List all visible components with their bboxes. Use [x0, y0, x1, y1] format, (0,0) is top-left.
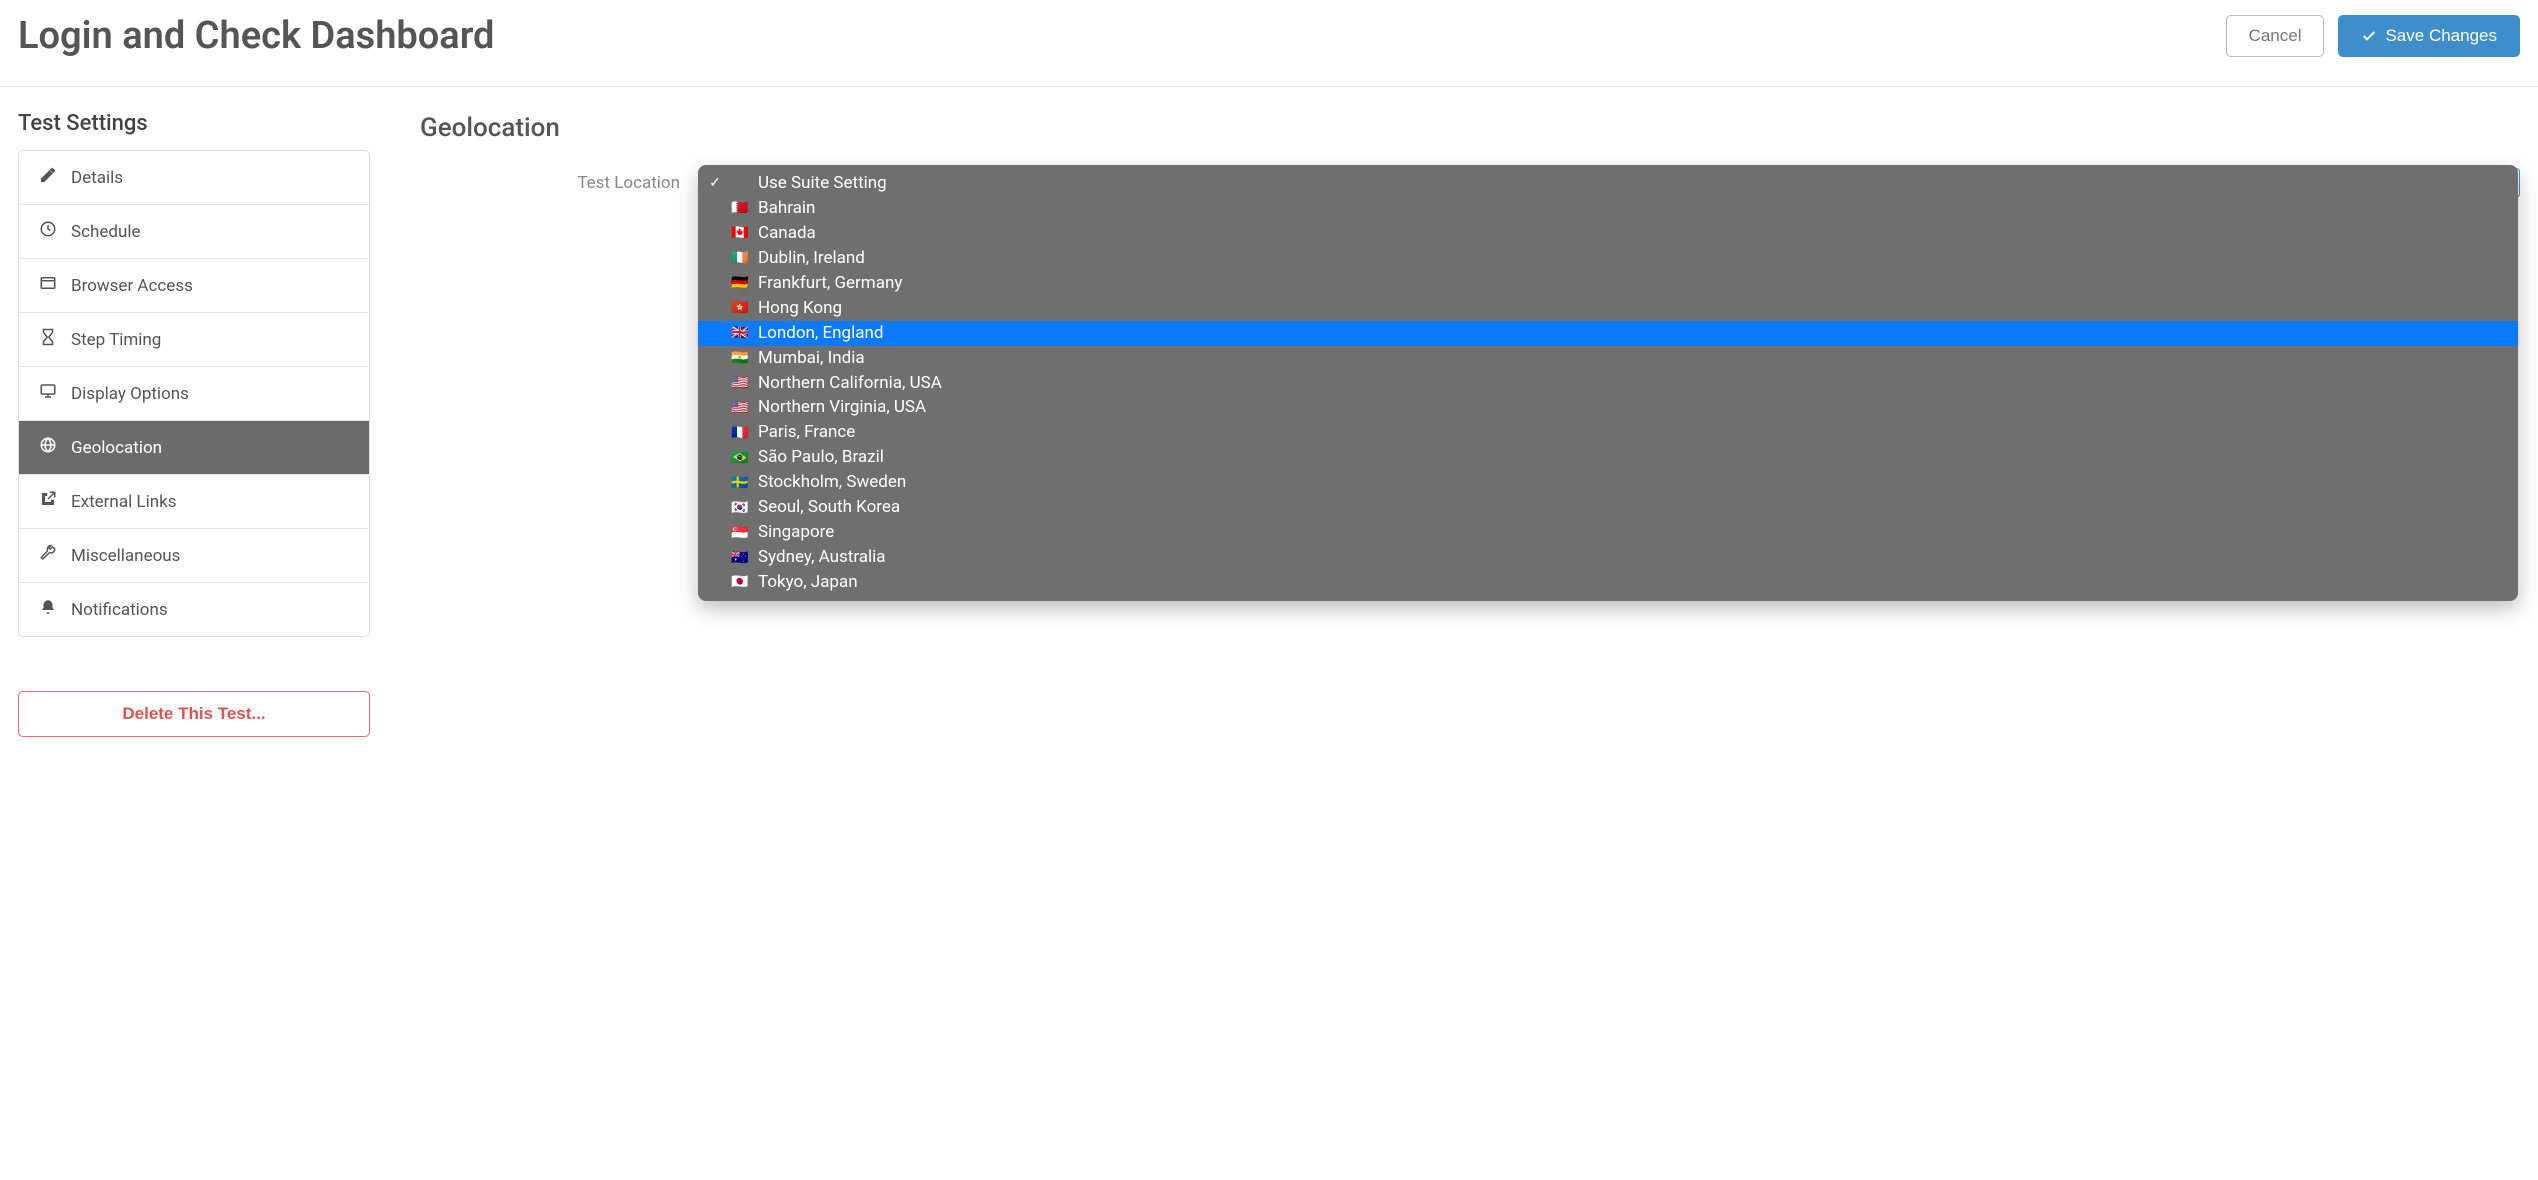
header-actions: Cancel Save Changes: [2226, 15, 2520, 57]
sidebar: Test Settings Details Schedule Browser Acc…: [18, 111, 370, 737]
external-icon: [39, 490, 57, 513]
dropdown-option[interactable]: ✓ Use Suite Setting: [698, 171, 2518, 196]
dropdown-option-label: Seoul, South Korea: [758, 496, 900, 519]
dropdown-option[interactable]: 🇭🇰 Hong Kong: [698, 296, 2518, 321]
sidebar-title: Test Settings: [18, 111, 370, 136]
dropdown-option-label: Canada: [758, 222, 816, 245]
content-area: Test Settings Details Schedule Browser Acc…: [0, 87, 2538, 761]
monitor-icon: [39, 382, 57, 405]
sidebar-item-label: Geolocation: [71, 438, 162, 458]
dropdown-option-label: São Paulo, Brazil: [758, 446, 884, 469]
sidebar-item-label: Details: [71, 168, 123, 188]
flag-icon: 🇬🇧: [730, 326, 750, 340]
flag-icon: 🇯🇵: [730, 575, 750, 589]
dropdown-option-label: Tokyo, Japan: [758, 571, 858, 594]
dropdown-option-label: Frankfurt, Germany: [758, 272, 902, 295]
flag-icon: 🇭🇰: [730, 301, 750, 315]
sidebar-item-label: Schedule: [71, 222, 140, 242]
sidebar-menu: Details Schedule Browser Access Step Timing…: [18, 150, 370, 637]
dropdown-option[interactable]: 🇬🇧 London, England: [698, 321, 2518, 346]
dropdown-option[interactable]: 🇧🇭 Bahrain: [698, 196, 2518, 221]
page-title: Login and Check Dashboard: [18, 14, 494, 58]
clock-icon: [39, 220, 57, 243]
flag-icon: 🇺🇸: [730, 376, 750, 390]
dropdown-option[interactable]: 🇸🇪 Stockholm, Sweden: [698, 470, 2518, 495]
delete-test-button[interactable]: Delete This Test...: [18, 691, 370, 737]
sidebar-item-details[interactable]: Details: [19, 151, 369, 205]
section-title: Geolocation: [420, 113, 2520, 143]
dropdown-option[interactable]: 🇦🇺 Sydney, Australia: [698, 545, 2518, 570]
dropdown-option[interactable]: 🇧🇷 São Paulo, Brazil: [698, 445, 2518, 470]
test-location-label: Test Location: [420, 165, 680, 193]
test-location-dropdown[interactable]: ✓ Use Suite Setting 🇧🇭 Bahrain 🇨🇦 Canada 🇮🇪 Dub…: [698, 165, 2518, 601]
dropdown-option-label: Singapore: [758, 521, 834, 544]
sidebar-item-display-options[interactable]: Display Options: [19, 367, 369, 421]
cancel-button-label: Cancel: [2249, 26, 2302, 46]
dropdown-option[interactable]: 🇰🇷 Seoul, South Korea: [698, 495, 2518, 520]
dropdown-option[interactable]: 🇯🇵 Tokyo, Japan: [698, 570, 2518, 595]
flag-icon: 🇺🇸: [730, 401, 750, 415]
dropdown-option-label: Northern California, USA: [758, 372, 942, 395]
flag-icon: 🇰🇷: [730, 501, 750, 515]
sidebar-item-browser-access[interactable]: Browser Access: [19, 259, 369, 313]
sidebar-item-label: Browser Access: [71, 276, 193, 296]
sidebar-item-label: Display Options: [71, 384, 189, 404]
flag-icon: 🇧🇭: [730, 201, 750, 215]
wrench-icon: [39, 544, 57, 567]
sidebar-item-notifications[interactable]: Notifications: [19, 583, 369, 636]
sidebar-item-label: External Links: [71, 492, 177, 512]
pencil-icon: [39, 166, 57, 189]
main-panel: Geolocation Test Location ▲▼ ✓Use Suite …: [420, 111, 2520, 193]
dropdown-option[interactable]: 🇩🇪 Frankfurt, Germany: [698, 271, 2518, 296]
sidebar-item-step-timing[interactable]: Step Timing: [19, 313, 369, 367]
dropdown-option-label: Bahrain: [758, 197, 815, 220]
dropdown-option[interactable]: 🇫🇷 Paris, France: [698, 420, 2518, 445]
sidebar-item-label: Miscellaneous: [71, 546, 180, 566]
sidebar-item-schedule[interactable]: Schedule: [19, 205, 369, 259]
dropdown-option[interactable]: 🇸🇬 Singapore: [698, 520, 2518, 545]
flag-icon: 🇨🇦: [730, 226, 750, 240]
sidebar-item-miscellaneous[interactable]: Miscellaneous: [19, 529, 369, 583]
flag-icon: 🇮🇪: [730, 251, 750, 265]
dropdown-option-label: Sydney, Australia: [758, 546, 886, 569]
sidebar-item-label: Notifications: [71, 600, 168, 620]
dropdown-option[interactable]: 🇺🇸 Northern Virginia, USA: [698, 395, 2518, 420]
sidebar-item-geolocation[interactable]: Geolocation: [19, 421, 369, 475]
save-button[interactable]: Save Changes: [2338, 15, 2520, 57]
check-icon: ✓: [708, 174, 722, 193]
dropdown-option-label: Dublin, Ireland: [758, 247, 865, 270]
dropdown-option-label: Stockholm, Sweden: [758, 471, 906, 494]
dropdown-option-label: Hong Kong: [758, 297, 842, 320]
dropdown-option[interactable]: 🇺🇸 Northern California, USA: [698, 371, 2518, 396]
dropdown-option-label: London, England: [758, 322, 883, 345]
delete-test-label: Delete This Test...: [122, 704, 265, 723]
window-icon: [39, 274, 57, 297]
check-icon: [2361, 28, 2377, 44]
flag-icon: 🇦🇺: [730, 551, 750, 565]
flag-icon: 🇧🇷: [730, 451, 750, 465]
test-location-row: Test Location ▲▼ ✓Use Suite Setting🇧🇭Bah…: [420, 165, 2520, 193]
dropdown-option-label: Use Suite Setting: [758, 172, 887, 195]
dropdown-option[interactable]: 🇨🇦 Canada: [698, 221, 2518, 246]
flag-icon: 🇫🇷: [730, 426, 750, 440]
sidebar-item-label: Step Timing: [71, 330, 161, 350]
flag-icon: 🇸🇬: [730, 526, 750, 540]
save-button-label: Save Changes: [2385, 26, 2497, 46]
dropdown-option-label: Northern Virginia, USA: [758, 396, 926, 419]
flag-icon: 🇩🇪: [730, 276, 750, 290]
dropdown-option-label: Paris, France: [758, 421, 855, 444]
cancel-button[interactable]: Cancel: [2226, 15, 2325, 57]
bell-icon: [39, 598, 57, 621]
dropdown-option[interactable]: 🇮🇳 Mumbai, India: [698, 346, 2518, 371]
dropdown-option[interactable]: 🇮🇪 Dublin, Ireland: [698, 246, 2518, 271]
globe-icon: [39, 436, 57, 459]
flag-icon: 🇮🇳: [730, 351, 750, 365]
sidebar-item-external-links[interactable]: External Links: [19, 475, 369, 529]
hourglass-icon: [39, 328, 57, 351]
flag-icon: 🇸🇪: [730, 476, 750, 490]
dropdown-option-label: Mumbai, India: [758, 347, 865, 370]
page-header: Login and Check Dashboard Cancel Save Ch…: [0, 0, 2538, 87]
